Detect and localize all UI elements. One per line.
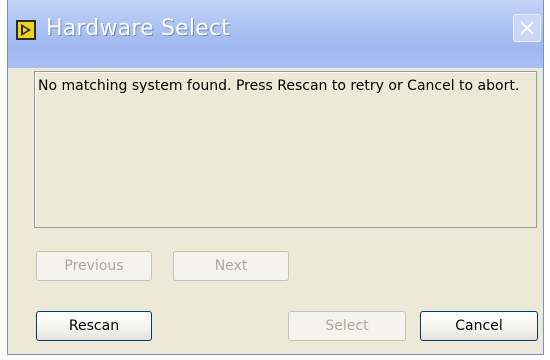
hardware-select-dialog: Hardware Select No matching system found… bbox=[7, 0, 544, 355]
status-message-box: No matching system found. Press Rescan t… bbox=[34, 71, 537, 228]
cancel-button[interactable]: Cancel bbox=[420, 311, 538, 341]
select-button[interactable]: Select bbox=[288, 311, 406, 341]
labview-run-icon bbox=[16, 20, 36, 40]
close-button[interactable] bbox=[513, 14, 541, 42]
window-title: Hardware Select bbox=[46, 16, 231, 41]
status-message: No matching system found. Press Rescan t… bbox=[38, 78, 520, 94]
previous-button[interactable]: Previous bbox=[36, 251, 152, 281]
rescan-button[interactable]: Rescan bbox=[36, 311, 152, 341]
next-button[interactable]: Next bbox=[173, 251, 289, 281]
title-bar[interactable]: Hardware Select bbox=[8, 0, 543, 68]
